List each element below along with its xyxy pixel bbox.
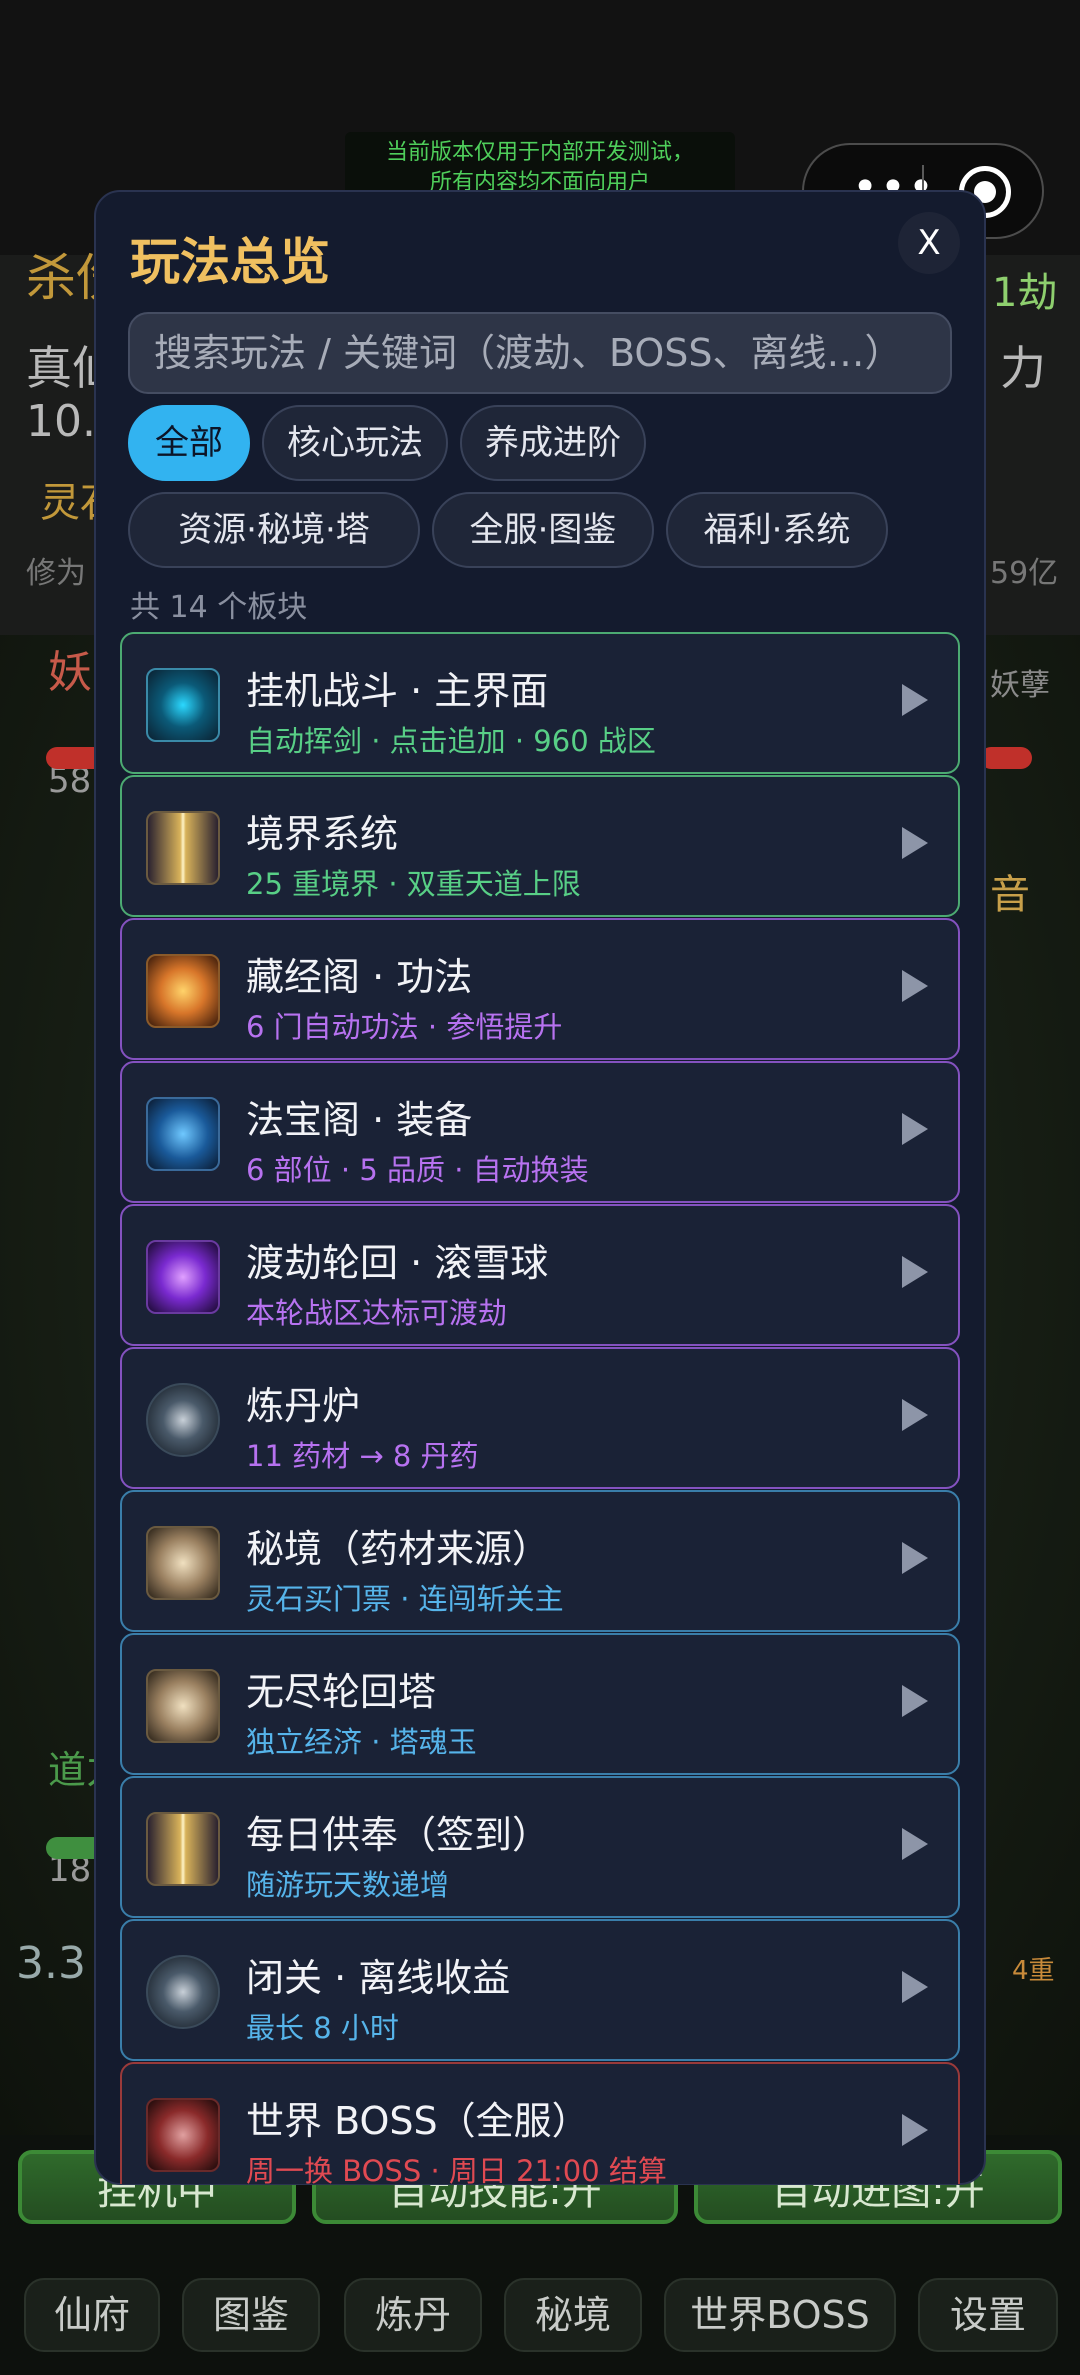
feature-card[interactable]: 境界系统 25 重境界 · 双重天道上限 [120, 775, 960, 917]
filter-growth[interactable]: 养成进阶 [460, 405, 646, 481]
feature-title: 世界 BOSS（全服） [246, 2099, 590, 2143]
feature-card[interactable]: 挂机战斗 · 主界面自动挥剑 · 点击追加 · 960 战区 [120, 632, 960, 774]
feature-subtitle: 6 门自动功法 · 参悟提升 [246, 1010, 563, 1044]
background-text: 力 [1000, 341, 1046, 395]
feature-subtitle: 独立经济 · 塔魂玉 [246, 1725, 477, 1759]
feature-subtitle: 最长 8 小时 [246, 2011, 399, 2045]
notice-line-1: 当前版本仅用于内部开发测试， [385, 140, 694, 165]
background-text: 4重 [1012, 1956, 1055, 1986]
play-arrow-icon [902, 827, 928, 859]
feature-card[interactable]: 秘境（药材来源） 灵石买门票 · 连闯斩关主 [120, 1490, 960, 1632]
crossed-swords-icon [146, 668, 220, 742]
feature-subtitle: 25 重境界 · 双重天道上限 [246, 867, 581, 901]
feature-subtitle: 11 药材 → 8 丹药 [246, 1439, 479, 1473]
nav-cave-mansion[interactable]: 仙府 [24, 2278, 160, 2352]
feature-subtitle: 自动挥剑 · 点击追加 · 960 战区 [246, 724, 656, 758]
feature-card[interactable]: 炼丹炉 11 药材 → 8 丹药 [120, 1347, 960, 1489]
background-text: 妖孽 [990, 668, 1050, 703]
feature-title: 境界系统 [246, 812, 399, 856]
play-arrow-icon [902, 1971, 928, 2003]
modal-title: 玩法总览 [130, 233, 330, 291]
light-pillar-icon [146, 811, 220, 885]
play-arrow-icon [902, 1828, 928, 1860]
feature-title: 闭关 · 离线收益 [246, 1956, 511, 2000]
yin-yang-icon [146, 1383, 220, 1457]
background-text: 修为 [26, 556, 86, 591]
feature-card[interactable]: 无尽轮回塔独立经济 · 塔魂玉 [120, 1633, 960, 1775]
filter-server-codex[interactable]: 全服·图鉴 [432, 492, 654, 568]
nav-settings[interactable]: 设置 [918, 2278, 1058, 2352]
feature-subtitle: 6 部位 · 5 品质 · 自动换装 [246, 1153, 589, 1187]
play-arrow-icon [902, 1399, 928, 1431]
background-text: 妖 [48, 647, 92, 698]
filter-all[interactable]: 全部 [128, 405, 250, 481]
play-arrow-icon [902, 970, 928, 1002]
feature-card[interactable]: 法宝阁 · 装备 6 部位 · 5 品质 · 自动换装 [120, 1061, 960, 1203]
play-arrow-icon [902, 1113, 928, 1145]
section-count: 共 14 个板块 [130, 590, 308, 625]
filter-resources[interactable]: 资源·秘境·塔 [128, 492, 420, 568]
feature-subtitle: 本轮战区达标可渡劫 [246, 1296, 508, 1330]
feature-title: 秘境（药材来源） [246, 1527, 551, 1571]
scroll-book-icon [146, 1526, 220, 1600]
play-arrow-icon [902, 1256, 928, 1288]
feature-title: 每日供奉（签到） [246, 1813, 551, 1857]
light-pillar-icon [146, 1812, 220, 1886]
nav-codex[interactable]: 图鉴 [182, 2278, 320, 2352]
background-text: 音 [990, 872, 1030, 918]
search-input[interactable]: 搜索玩法 / 关键词（渡劫、BOSS、离线…） [128, 312, 952, 394]
nav-world-boss[interactable]: 世界BOSS [664, 2278, 896, 2352]
feature-card[interactable]: 藏经阁 · 功法 6 门自动功法 · 参悟提升 [120, 918, 960, 1060]
nav-secret-realm[interactable]: 秘境 [504, 2278, 642, 2352]
feature-card[interactable]: 每日供奉（签到） 随游玩天数递增 [120, 1776, 960, 1918]
trident-icon [146, 1097, 220, 1171]
background-text: 1劫 [992, 270, 1058, 316]
yin-yang-icon [146, 1955, 220, 2029]
background-text: 59亿 [990, 556, 1059, 591]
modal-close-button[interactable]: X [898, 212, 960, 274]
feature-list: 挂机战斗 · 主界面自动挥剑 · 点击追加 · 960 战区境界系统 25 重境界… [120, 632, 960, 2184]
feature-title: 无尽轮回塔 [246, 1670, 437, 1714]
feature-title: 挂机战斗 · 主界面 [246, 669, 549, 713]
play-arrow-icon [902, 2114, 928, 2146]
nav-alchemy[interactable]: 炼丹 [344, 2278, 482, 2352]
filter-welfare[interactable]: 福利·系统 [666, 492, 888, 568]
scroll-book-icon [146, 1669, 220, 1743]
feature-subtitle: 周一换 BOSS · 周日 21:00 结算 [246, 2154, 667, 2184]
filter-core[interactable]: 核心玩法 [262, 405, 448, 481]
demon-boss-icon [146, 2098, 220, 2172]
feature-card[interactable]: 渡劫轮回 · 滚雪球本轮战区达标可渡劫 [120, 1204, 960, 1346]
feature-title: 藏经阁 · 功法 [246, 955, 473, 999]
background-text: 3.3 [16, 1938, 86, 1989]
feature-title: 法宝阁 · 装备 [246, 1098, 473, 1142]
enemy-hp-bar-right [980, 747, 1032, 769]
feature-title: 渡劫轮回 · 滚雪球 [246, 1241, 549, 1285]
lotus-flame-icon [146, 954, 220, 1028]
play-arrow-icon [902, 684, 928, 716]
feature-card[interactable]: 世界 BOSS（全服） 周一换 BOSS · 周日 21:00 结算 [120, 2062, 960, 2184]
feature-title: 炼丹炉 [246, 1384, 361, 1428]
feature-subtitle: 灵石买门票 · 连闯斩关主 [246, 1582, 564, 1616]
play-arrow-icon [902, 1685, 928, 1717]
vortex-icon [146, 1240, 220, 1314]
play-arrow-icon [902, 1542, 928, 1574]
feature-subtitle: 随游玩天数递增 [246, 1868, 450, 1902]
feature-card[interactable]: 闭关 · 离线收益最长 8 小时 [120, 1919, 960, 2061]
